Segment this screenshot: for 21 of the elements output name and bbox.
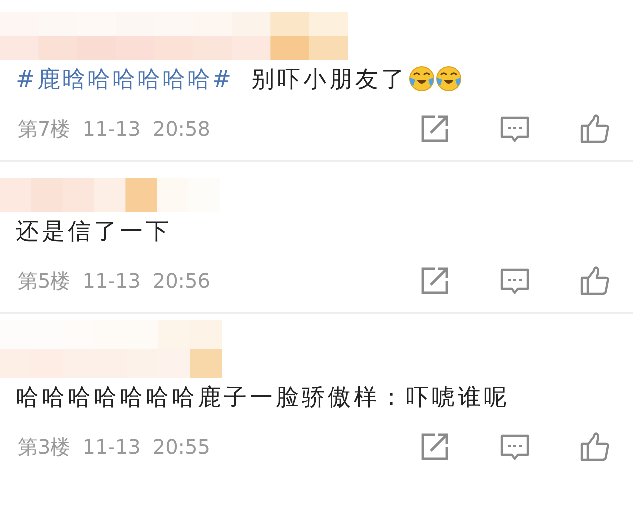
share-icon[interactable] [419, 113, 451, 145]
comment-text: 还是信了一下 [16, 218, 172, 246]
floor-number: 第7楼 [18, 116, 71, 142]
floor-number: 第5楼 [18, 268, 71, 294]
comment-time: 20:56 [152, 269, 210, 293]
comment-date: 11-13 [82, 269, 141, 293]
comment-text: 哈哈哈哈哈哈哈鹿子一脸骄傲样：吓唬谁呢 [16, 384, 510, 412]
comment-time: 20:55 [152, 435, 210, 459]
comment-time: 20:58 [152, 117, 210, 141]
thumbs-up-icon[interactable] [579, 113, 611, 145]
hashtag-link[interactable]: #鹿晗哈哈哈哈哈# [16, 64, 234, 94]
share-icon[interactable] [419, 265, 451, 297]
floor-number: 第3楼 [18, 434, 71, 460]
laughing-crying-icon [436, 66, 462, 92]
laughing-crying-icon [408, 66, 435, 92]
thumbs-up-icon[interactable] [579, 265, 611, 297]
comment-date: 11-13 [82, 117, 141, 141]
thumbs-up-icon[interactable] [579, 431, 611, 463]
share-icon[interactable] [419, 431, 451, 463]
comment-text: 别吓小朋友了 [252, 66, 408, 94]
comment-date: 11-13 [82, 435, 141, 459]
